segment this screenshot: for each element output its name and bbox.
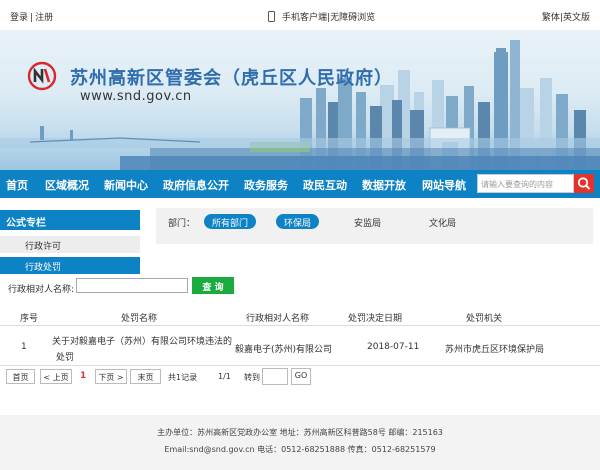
row-party: 毅嘉电子(苏州)有限公司 [235,345,333,355]
sidebar-heading: 公式专栏 [0,210,140,230]
site-search-input[interactable]: 请输入要查询的内容 [477,174,574,193]
row-no: 1 [21,342,27,352]
goto-page-input[interactable] [262,368,288,385]
nav-item-home[interactable]: 首页 [6,177,28,193]
language-links: 繁体|英文版 [542,10,590,23]
main-nav: 首页 区域概况 新闻中心 政府信息公开 政务服务 政民互动 数据开放 网站导航 … [0,170,600,198]
col-header-no: 序号 [20,314,39,324]
party-name-input[interactable] [76,278,188,293]
header-banner: 苏州高新区管委会（虎丘区人民政府） www.snd.gov.cn [0,30,600,170]
dept-all-button[interactable]: 所有部门 [204,214,257,229]
row-penalty-name-line1: 关于对毅嘉电子（苏州）有限公司环境违法的 [52,337,233,347]
top-bar: 登录 | 注册 手机客户端|无障碍浏览 繁体|英文版 [0,0,600,30]
page-count: 1/1 [218,372,231,381]
mobile-client-link[interactable]: 手机客户端 [282,13,327,23]
row-penalty-name-line2: 处罚 [56,353,75,363]
go-button[interactable]: GO [291,368,311,385]
nav-item-open-data[interactable]: 数据开放 [362,177,406,193]
dept-culture-link[interactable]: 文化局 [429,216,456,229]
nav-item-site-map[interactable]: 网站导航 [422,177,466,193]
row-date: 2018-07-11 [367,342,420,352]
nav-item-news[interactable]: 新闻中心 [104,177,148,193]
col-header-name: 处罚名称 [121,314,158,324]
department-label: 部门： [168,219,196,229]
register-link[interactable]: 注册 [35,13,53,23]
traditional-chinese-link[interactable]: 繁体 [542,13,560,23]
table-header: 序号 处罚名称 行政相对人名称 处罚决定日期 处罚机关 [0,306,600,326]
col-header-authority: 处罚机关 [466,314,503,324]
dept-environment-button[interactable]: 环保局 [276,214,320,229]
access-links: 手机客户端|无障碍浏览 [268,10,375,23]
english-link[interactable]: 英文版 [563,13,590,23]
sidebar-item-license[interactable]: 行政许可 [0,236,140,253]
site-title: 苏州高新区管委会（虎丘区人民政府） [70,68,393,89]
nav-item-overview[interactable]: 区域概况 [45,177,89,193]
footer-organizer: 主办单位：苏州高新区党政办公室 地址：苏州高新区科普路58号 邮编：215163 [157,428,443,437]
party-name-label: 行政相对人名称: [8,285,75,295]
search-icon [577,177,591,190]
site-url: www.snd.gov.cn [80,89,192,104]
footer-contact: Email:snd@snd.gov.cn 电话：0512-68251888 传真… [164,445,436,454]
total-records: 共1记录 [168,373,198,382]
government-logo-icon [27,61,57,91]
footer: 主办单位：苏州高新区党政办公室 地址：苏州高新区科普路58号 邮编：215163… [0,415,600,470]
table-row[interactable]: 1 关于对毅嘉电子（苏州）有限公司环境违法的 处罚 毅嘉电子(苏州)有限公司 2… [0,327,600,366]
col-header-party: 行政相对人名称 [246,314,310,324]
goto-label: 转到 [244,373,260,382]
account-links: 登录 | 注册 [10,10,55,23]
login-link[interactable]: 登录 [10,13,28,23]
mobile-phone-icon [268,11,275,22]
query-button[interactable]: 查 询 [192,277,234,294]
current-page[interactable]: 1 [80,371,86,381]
nav-item-services[interactable]: 政务服务 [244,177,288,193]
accessible-browse-link[interactable]: 无障碍浏览 [330,13,375,23]
last-page-button[interactable]: 末页 [130,369,161,384]
separator: | [30,13,34,23]
department-filter: 部门： 所有部门 环保局 安监局 文化局 [156,208,593,244]
first-page-button[interactable]: 首页 [6,369,35,384]
sidebar-item-penalty[interactable]: 行政处罚 [0,257,140,274]
next-page-button[interactable]: 下页 > [95,369,127,384]
nav-item-info-disclosure[interactable]: 政府信息公开 [163,177,229,193]
row-authority: 苏州市虎丘区环境保护局 [445,345,545,355]
site-search-button[interactable] [574,174,594,193]
dept-safety-link[interactable]: 安监局 [354,216,381,229]
nav-item-interaction[interactable]: 政民互动 [303,177,347,193]
row-penalty-name[interactable]: 关于对毅嘉电子（苏州）有限公司环境违法的 处罚 [52,334,232,363]
col-header-date: 处罚决定日期 [348,314,403,324]
prev-page-button[interactable]: < 上页 [40,369,72,384]
